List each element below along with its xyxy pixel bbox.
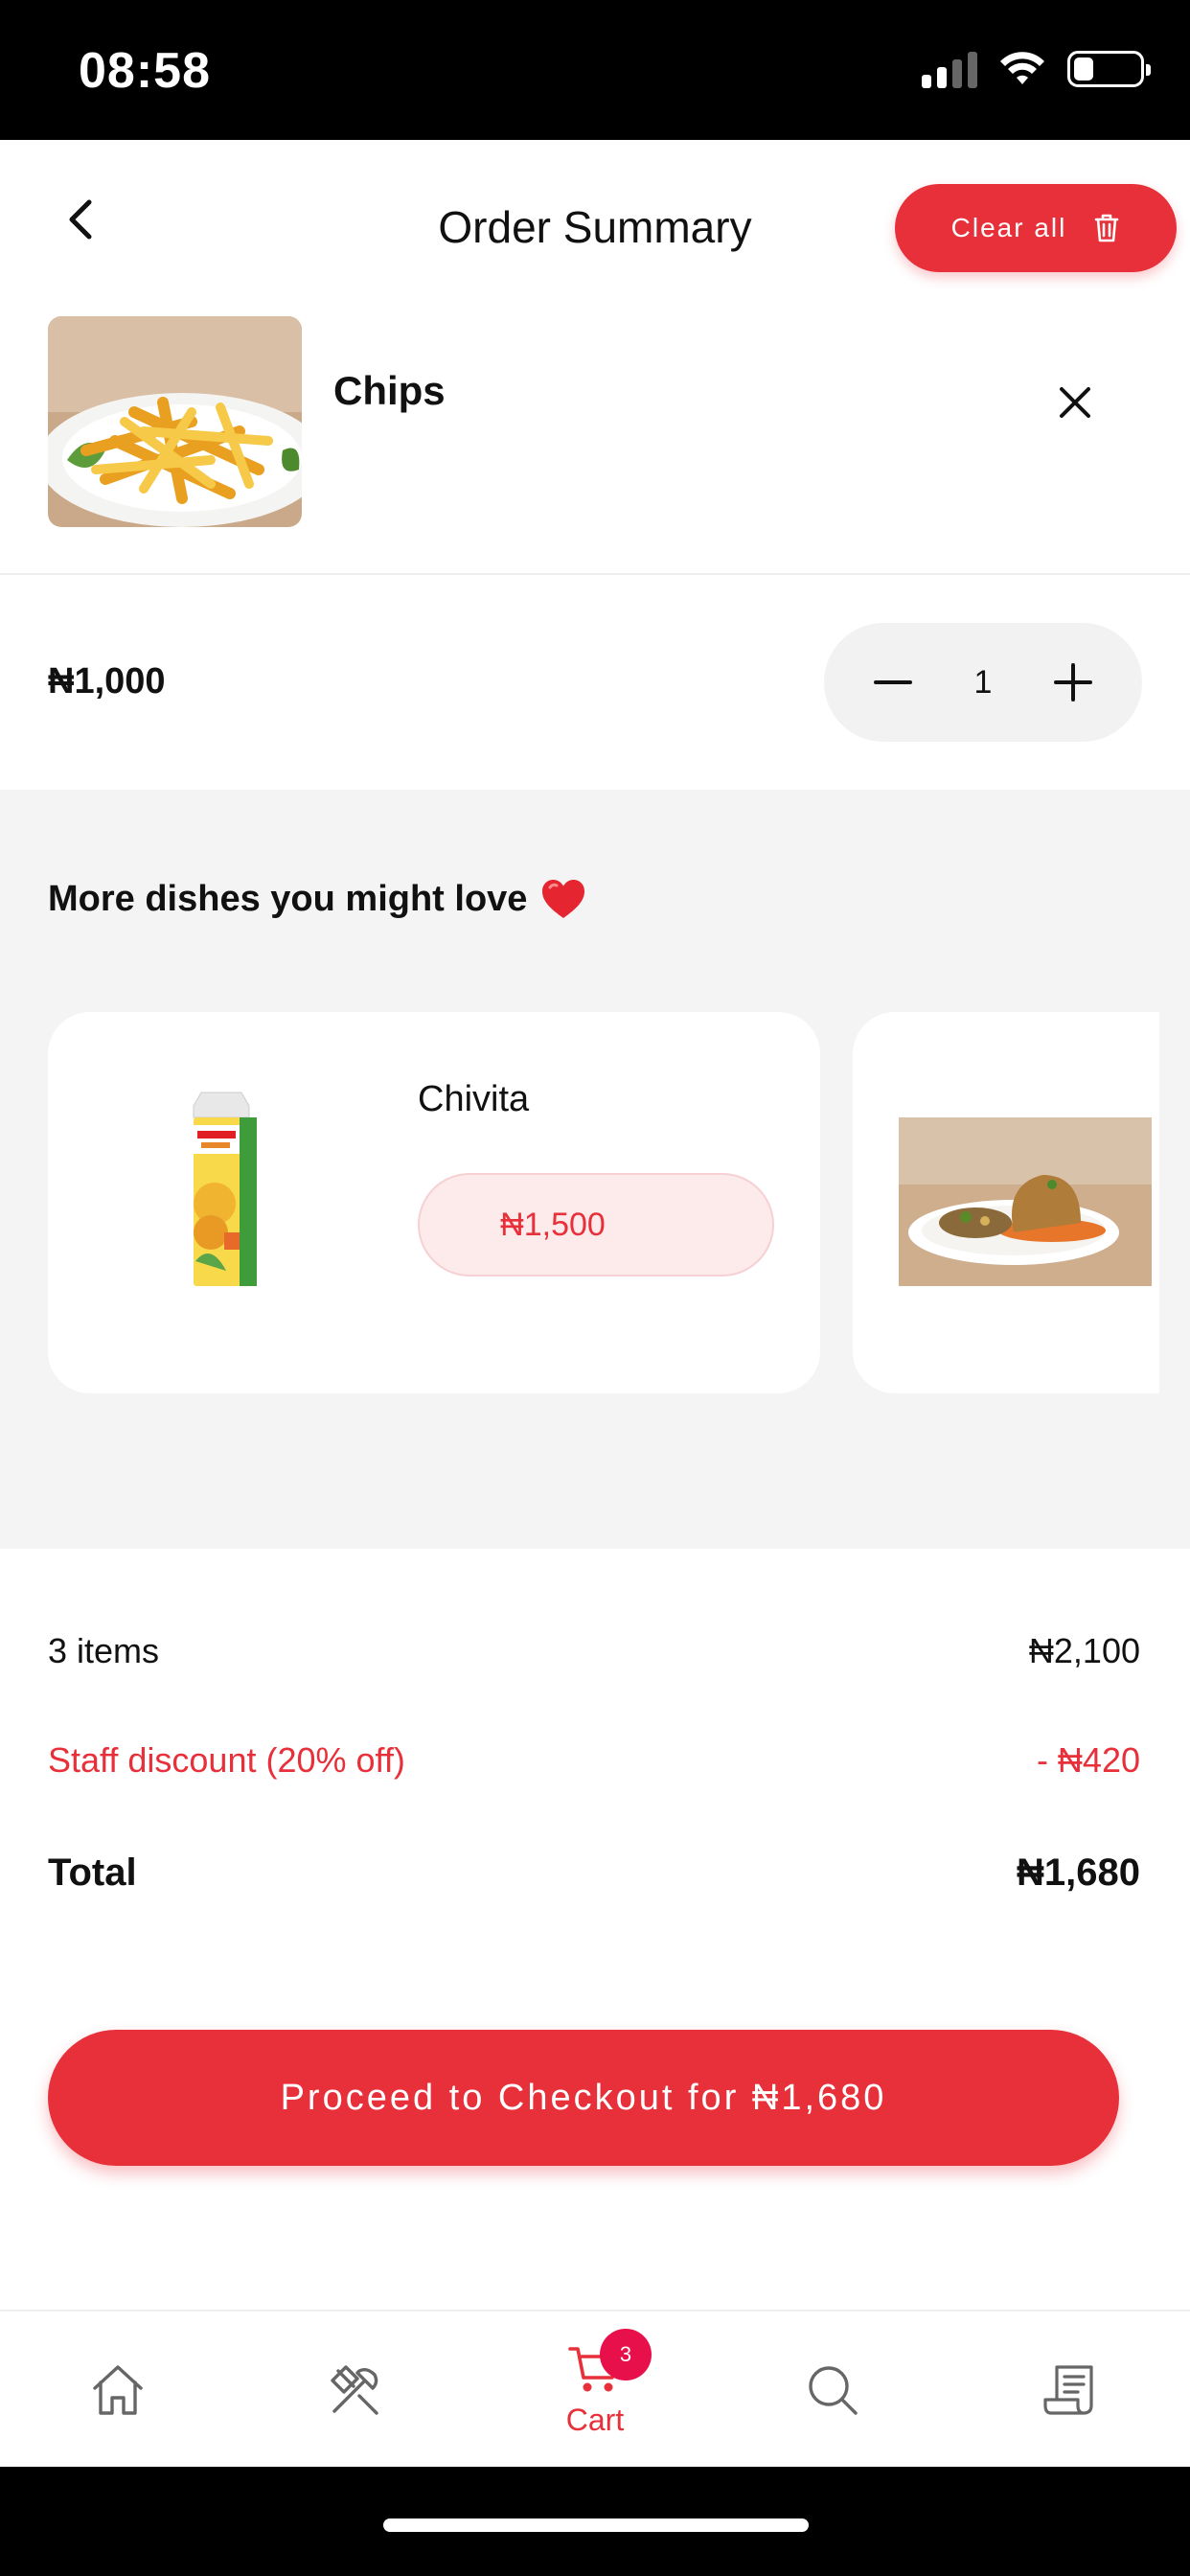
utensils-icon	[331, 2365, 378, 2415]
close-icon	[1060, 387, 1090, 418]
search-icon	[809, 2366, 858, 2415]
home-bar	[0, 2467, 1190, 2576]
cart-item: Chips	[0, 312, 1190, 575]
tab-home[interactable]	[46, 2312, 190, 2469]
tab-cart[interactable]: Cart 3	[523, 2312, 667, 2469]
trash-icon	[1095, 214, 1119, 242]
items-row: 3 items ₦2,100	[48, 1631, 1140, 1671]
home-icon	[93, 2365, 143, 2415]
status-bar: 08:58	[0, 0, 1190, 140]
header: Order Summary Clear all	[0, 140, 1190, 312]
chips-image	[48, 316, 302, 527]
remove-item-button[interactable]	[1044, 372, 1106, 433]
discount-row: Staff discount (20% off) - ₦420	[48, 1740, 1140, 1781]
cart-badge: 3	[600, 2329, 652, 2380]
plus-icon	[1053, 663, 1092, 702]
status-time: 08:58	[79, 43, 211, 99]
discount-label: Staff discount (20% off)	[48, 1740, 405, 1780]
receipt-icon	[1043, 2365, 1093, 2415]
tab-menu[interactable]	[284, 2312, 427, 2469]
chivita-image	[182, 1089, 268, 1290]
tab-search[interactable]	[761, 2312, 904, 2469]
add-recommendation-button[interactable]: ₦1,500	[418, 1173, 774, 1276]
item-name: Chips	[333, 368, 446, 413]
rice-dish-image	[899, 1117, 1152, 1286]
wifi-icon	[1000, 52, 1044, 84]
minus-icon	[874, 680, 912, 684]
clear-all-label: Clear all	[950, 213, 1067, 242]
discount-value: - ₦420	[1036, 1740, 1140, 1780]
recommendation-name: Chivita	[418, 1079, 530, 1119]
items-value: ₦2,100	[1028, 1631, 1140, 1670]
item-price: ₦1,000	[48, 661, 166, 702]
tab-bar: Cart 3	[0, 2310, 1190, 2467]
tab-orders[interactable]	[998, 2312, 1142, 2469]
recommendations-title-text: More dishes you might love	[48, 878, 528, 919]
tab-cart-label: Cart	[565, 2402, 625, 2437]
decrement-button[interactable]	[866, 656, 920, 709]
total-label: Total	[48, 1852, 137, 1894]
recommendations-section: More dishes you might love Chivita ₦1,50	[0, 790, 1190, 1549]
battery-icon	[1067, 51, 1151, 87]
heart-icon	[542, 880, 585, 918]
quantity-stepper: 1	[824, 623, 1142, 742]
items-label: 3 items	[48, 1631, 160, 1670]
increment-button[interactable]	[1046, 656, 1100, 709]
price-row: ₦1,000 1	[0, 575, 1190, 790]
recommendation-price: ₦1,500	[500, 1206, 606, 1243]
total-row: Total ₦1,680	[48, 1852, 1140, 1895]
checkout-label: Proceed to Checkout for ₦1,680	[280, 2077, 887, 2118]
recommendations-title: More dishes you might love	[48, 878, 586, 920]
quantity-value: 1	[973, 663, 993, 701]
recommendation-card[interactable]: Chivita ₦1,500	[48, 1012, 820, 1393]
total-value: ₦1,680	[1017, 1852, 1140, 1894]
checkout-button[interactable]: Proceed to Checkout for ₦1,680	[48, 2030, 1119, 2166]
recommendation-card[interactable]	[853, 1012, 1159, 1393]
signal-icon	[922, 50, 977, 88]
clear-all-button[interactable]: Clear all	[895, 184, 1177, 272]
home-indicator[interactable]	[383, 2518, 809, 2532]
status-icons	[922, 50, 1151, 88]
